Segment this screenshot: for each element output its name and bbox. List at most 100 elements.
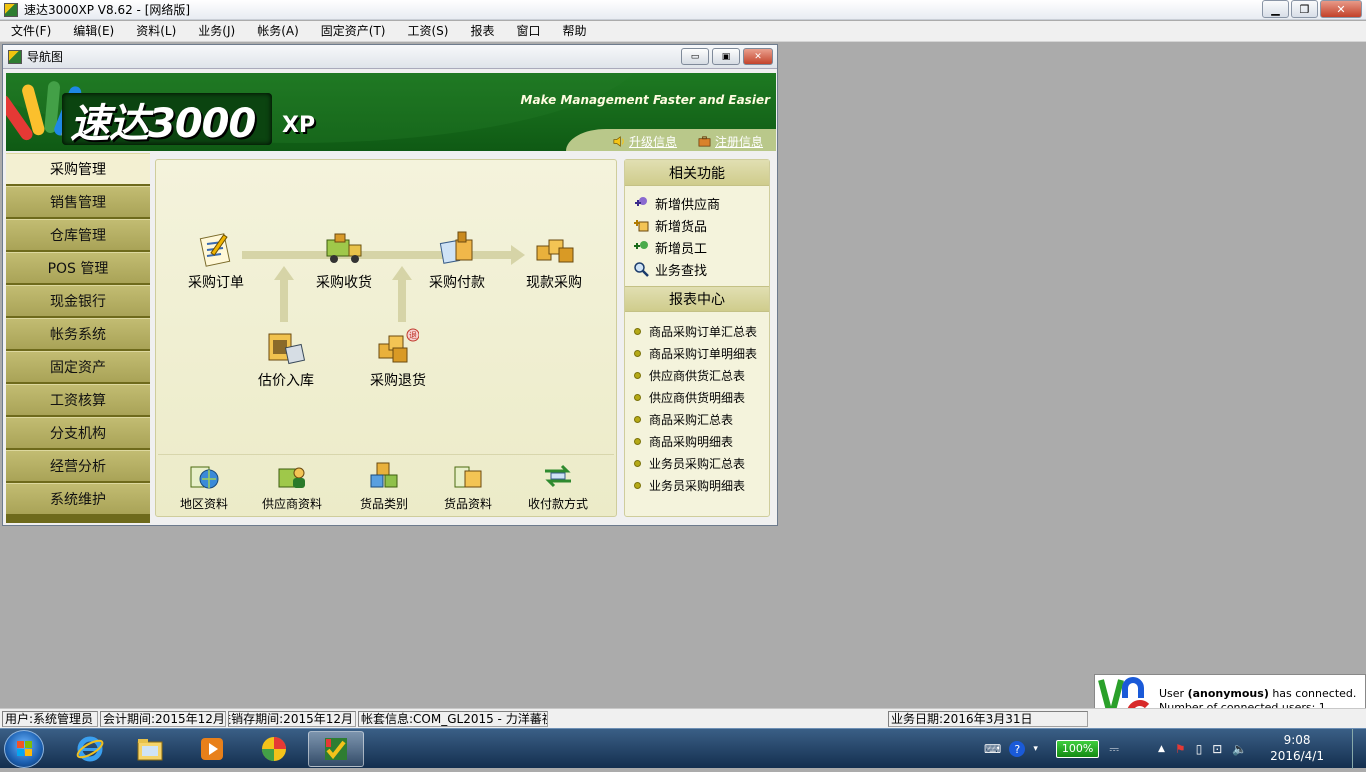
module-branches[interactable]: 分支机构 <box>6 417 150 448</box>
keyboard-icon[interactable]: ⌨ <box>984 742 1001 756</box>
nav-close-button[interactable]: ✕ <box>743 48 773 65</box>
menu-file[interactable]: 文件(F) <box>0 21 62 42</box>
bullet-icon <box>634 437 641 445</box>
nav-restore-button[interactable]: ▣ <box>712 48 740 65</box>
report-link[interactable]: 供应商供货汇总表 <box>625 364 769 386</box>
add-supplier-link[interactable]: 新增供应商 <box>625 192 769 214</box>
module-accounting[interactable]: 帐务系统 <box>6 318 150 349</box>
bullet-icon <box>634 481 641 489</box>
suda-app-icon <box>325 738 347 760</box>
menu-payroll[interactable]: 工资(S) <box>396 21 459 42</box>
notification-icons: ▲ ⚑ ▯ ⊡ 🔈 <box>1158 729 1247 769</box>
flow-arrow-up <box>392 266 412 280</box>
payment-method-button[interactable]: 收付款方式 <box>528 461 588 512</box>
module-payroll[interactable]: 工资核算 <box>6 384 150 415</box>
module-pos[interactable]: POS 管理 <box>6 252 150 283</box>
register-info-link[interactable]: 注册信息 <box>698 133 763 150</box>
flag-icon[interactable]: ⚑ <box>1175 742 1186 756</box>
close-button[interactable]: ✕ <box>1320 0 1362 18</box>
clock-time: 9:08 <box>1283 733 1311 747</box>
restore-button[interactable]: ❐ <box>1291 0 1318 18</box>
navigation-window-icon <box>8 49 22 64</box>
status-user: 用户:系统管理员 <box>2 710 98 727</box>
menu-data[interactable]: 资料(L) <box>125 21 187 42</box>
menu-reports[interactable]: 报表 <box>459 21 505 42</box>
goods-data-button[interactable]: 货品资料 <box>444 461 492 512</box>
bullet-icon <box>634 415 641 423</box>
nav-minimize-button[interactable]: ▭ <box>681 48 709 65</box>
report-link[interactable]: 商品采购明细表 <box>625 430 769 452</box>
explorer-taskbar-button[interactable] <box>122 731 178 767</box>
battery-indicator[interactable]: 100% <box>1055 740 1100 758</box>
show-hidden-icons-icon[interactable]: ▲ <box>1158 744 1165 754</box>
report-center-header: 报表中心 <box>625 286 769 312</box>
bullet-icon <box>634 349 641 357</box>
receive-goods-node[interactable]: 采购收货 <box>316 230 372 292</box>
cash-purchase-node[interactable]: 现款采购 <box>526 230 582 292</box>
suda-taskbar-button[interactable] <box>308 731 364 767</box>
module-warehouse[interactable]: 仓库管理 <box>6 219 150 250</box>
tray-chevron-icon[interactable]: ▾ <box>1033 744 1038 754</box>
return-badge: 退 <box>409 331 417 340</box>
menu-window[interactable]: 窗口 <box>505 21 551 42</box>
power-plug-icon[interactable]: ⎓ <box>1109 742 1119 757</box>
media-player-icon <box>201 738 223 760</box>
module-maintenance[interactable]: 系统维护 <box>6 483 150 514</box>
master-data-bar: 地区资料 供应商资料 货品类别 货品资料 收付款方式 <box>158 454 614 514</box>
order-form-icon <box>199 233 231 267</box>
estimated-stock-in-node[interactable]: 估价入库 <box>258 328 314 390</box>
purchase-return-node[interactable]: 退 采购退货 <box>370 328 426 390</box>
goods-category-button[interactable]: 货品类别 <box>360 461 408 512</box>
app-title: 速达3000XP V8.62 - [网络版] <box>24 3 191 17</box>
ie-taskbar-button[interactable] <box>62 731 118 767</box>
show-desktop-button[interactable] <box>1352 729 1366 769</box>
module-sales[interactable]: 销售管理 <box>6 186 150 217</box>
menu-business[interactable]: 业务(J) <box>187 21 246 42</box>
report-link[interactable]: 业务员采购明细表 <box>625 474 769 496</box>
start-button[interactable] <box>4 730 44 768</box>
menu-fixed-assets[interactable]: 固定资产(T) <box>310 21 397 42</box>
colorful-ball-icon <box>262 737 286 761</box>
module-purchase[interactable]: 采购管理 <box>6 153 150 184</box>
business-search-link[interactable]: 业务查找 <box>625 258 769 280</box>
report-link[interactable]: 商品采购订单汇总表 <box>625 320 769 342</box>
report-link[interactable]: 业务员采购汇总表 <box>625 452 769 474</box>
module-cash-bank[interactable]: 现金银行 <box>6 285 150 316</box>
module-analysis[interactable]: 经营分析 <box>6 450 150 481</box>
menu-help[interactable]: 帮助 <box>552 21 598 42</box>
brand-slogan: Make Management Faster and Easier <box>520 93 770 107</box>
report-link[interactable]: 商品采购汇总表 <box>625 408 769 430</box>
module-fixed-assets[interactable]: 固定资产 <box>6 351 150 382</box>
menu-edit[interactable]: 编辑(E) <box>62 21 125 42</box>
volume-icon[interactable]: 🔈 <box>1232 742 1247 756</box>
device-icon[interactable]: ▯ <box>1196 742 1203 756</box>
supplier-data-button[interactable]: 供应商资料 <box>262 461 322 512</box>
minimize-button[interactable]: ▁ <box>1262 0 1289 18</box>
report-link[interactable]: 供应商供货明细表 <box>625 386 769 408</box>
report-link[interactable]: 商品采购订单明细表 <box>625 342 769 364</box>
help-icon[interactable]: ? <box>1009 741 1026 757</box>
speaker-icon <box>613 136 624 147</box>
media-player-taskbar-button[interactable] <box>184 731 240 767</box>
folder-icon <box>137 739 163 761</box>
warehouse-calculator-icon <box>268 333 306 365</box>
add-goods-link[interactable]: 新增货品 <box>625 214 769 236</box>
add-employee-link[interactable]: 新增员工 <box>625 236 769 258</box>
region-data-button[interactable]: 地区资料 <box>180 461 228 512</box>
purchase-flow-panel: 采购订单 采购收货 采购付款 现款采购 估价入库 退 采购退货 地区资料 供应商… <box>155 159 617 517</box>
navigation-window-title: 导航图 <box>27 50 64 64</box>
clock[interactable]: 9:08 2016/4/1 <box>1270 732 1324 764</box>
brand-edition: XP <box>282 113 316 138</box>
network-icon[interactable]: ⊡ <box>1212 742 1222 756</box>
upgrade-info-link[interactable]: 升级信息 <box>612 133 677 150</box>
app-titlebar: 速达3000XP V8.62 - [网络版] ▁ ❐ ✕ <box>0 0 1366 20</box>
purchase-order-node[interactable]: 采购订单 <box>188 230 244 292</box>
app-launcher-taskbar-button[interactable] <box>246 731 302 767</box>
payment-node[interactable]: 采购付款 <box>429 230 485 292</box>
bullet-icon <box>634 459 641 467</box>
menu-accounts[interactable]: 帐务(A) <box>246 21 310 42</box>
side-panel: 相关功能 新增供应商 新增货品 新增员工 业务查找 报表中心 商品采购订单汇总表… <box>624 159 770 517</box>
flow-arrow-right <box>511 245 525 265</box>
supplier-icon <box>278 467 305 488</box>
status-business-date: 业务日期:2016年3月31日 <box>888 710 1088 727</box>
